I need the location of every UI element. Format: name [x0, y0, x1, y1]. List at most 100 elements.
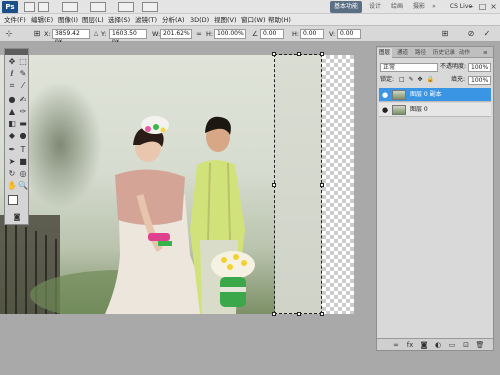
handle-bottom-right[interactable]: [320, 312, 324, 316]
hskew-input[interactable]: 0.00: [300, 29, 324, 39]
blur-tool-icon[interactable]: ◆: [7, 131, 17, 141]
toolbox-header[interactable]: [5, 49, 28, 55]
minimize-icon[interactable]: –: [466, 1, 477, 12]
h-input[interactable]: 100.00%: [214, 29, 246, 39]
lasso-tool-icon[interactable]: ℓ: [7, 69, 17, 79]
menu-3d[interactable]: 3D(D): [190, 15, 209, 25]
shape-tool-icon[interactable]: ■: [18, 157, 28, 167]
tab-channels[interactable]: 通道: [395, 48, 410, 58]
close-icon[interactable]: ×: [488, 1, 499, 12]
options-bar: ⊹ ⊞ X: 3859.42 px △ Y: 1603.50 px W: 201…: [0, 26, 500, 45]
angle-input[interactable]: 0.00: [260, 29, 284, 39]
layer-row-copy[interactable]: ● 图层 0 副本: [379, 88, 491, 102]
menu-window[interactable]: 窗口(W): [241, 15, 266, 25]
tab-actions[interactable]: 动作: [457, 48, 472, 58]
visibility-eye-icon[interactable]: ●: [381, 90, 389, 100]
workspace-essentials[interactable]: 基本功能: [330, 1, 362, 13]
workspace-photography[interactable]: 摄影: [410, 1, 428, 13]
mini-bridge-icon[interactable]: [38, 2, 49, 12]
type-tool-icon[interactable]: T: [18, 145, 28, 155]
menu-analysis[interactable]: 分析(A): [162, 15, 185, 25]
commit-transform-icon[interactable]: ✓: [482, 29, 492, 39]
marquee-tool-icon[interactable]: ⬚: [18, 57, 28, 67]
group-icon[interactable]: ▭: [447, 340, 457, 350]
y-input[interactable]: 1603.50 px: [109, 29, 147, 45]
workspace-painting[interactable]: 绘画: [388, 1, 406, 13]
view-extras-icon[interactable]: [62, 2, 78, 12]
zoom-tool-icon[interactable]: 🔍: [18, 181, 28, 191]
move-tool-icon[interactable]: ✥: [7, 57, 17, 67]
warp-mode-icon[interactable]: ⊞: [440, 29, 450, 39]
cancel-transform-icon[interactable]: ⊘: [466, 29, 476, 39]
opacity-label: 不透明度:: [440, 63, 467, 70]
workspace-design[interactable]: 设计: [366, 1, 384, 13]
clone-stamp-icon[interactable]: ▲: [7, 107, 17, 117]
link-layers-icon[interactable]: ∞: [391, 340, 401, 350]
bridge-icon[interactable]: [24, 2, 35, 12]
history-brush-icon[interactable]: ✑: [18, 107, 28, 117]
menu-select[interactable]: 选择(S): [108, 15, 130, 25]
brush-tool-icon[interactable]: ✍: [18, 95, 28, 105]
tab-layers[interactable]: 图层: [377, 48, 393, 58]
3d-rotate-tool-icon[interactable]: ↻: [7, 169, 17, 179]
lock-icons[interactable]: □ ✎ ✥ 🔒: [399, 75, 435, 85]
reference-point-icon[interactable]: ⊞: [32, 29, 42, 39]
menu-edit[interactable]: 编辑(E): [31, 15, 53, 25]
pen-tool-icon[interactable]: ✒: [7, 145, 17, 155]
gradient-tool-icon[interactable]: ▬: [18, 119, 28, 129]
menu-image[interactable]: 图像(I): [58, 15, 78, 25]
healing-brush-icon[interactable]: ●: [7, 95, 17, 105]
screen-mode-icon[interactable]: [142, 2, 158, 12]
crop-tool-icon[interactable]: ⌗: [7, 81, 17, 91]
opacity-input[interactable]: 100%: [468, 63, 491, 72]
panel-menu-icon[interactable]: ≡: [481, 48, 490, 58]
handle-top-left[interactable]: [272, 52, 276, 56]
w-input[interactable]: 201.62%: [160, 29, 192, 39]
menu-view[interactable]: 视图(V): [214, 15, 237, 25]
handle-bottom-center[interactable]: [297, 312, 301, 316]
handle-top-center[interactable]: [297, 52, 301, 56]
quick-select-tool-icon[interactable]: ✎: [18, 69, 28, 79]
panel-tabs: 图层 通道 路径 历史记录 动作 ≡: [377, 47, 493, 58]
3d-orbit-tool-icon[interactable]: ◎: [18, 169, 28, 179]
relative-position-icon[interactable]: △: [91, 29, 101, 39]
path-select-tool-icon[interactable]: ➤: [7, 157, 17, 167]
arrange-documents-icon[interactable]: [118, 2, 134, 12]
delete-layer-icon[interactable]: 🗑: [475, 340, 485, 350]
layer-style-icon[interactable]: fx: [405, 340, 415, 350]
handle-top-right[interactable]: [320, 52, 324, 56]
menu-help[interactable]: 帮助(H): [268, 15, 291, 25]
vskew-input[interactable]: 0.00: [337, 29, 361, 39]
new-layer-icon[interactable]: ⊡: [461, 340, 471, 350]
panel-footer: ∞ fx ◙ ◐ ▭ ⊡ 🗑: [377, 338, 493, 350]
menu-filter[interactable]: 滤镜(T): [135, 15, 157, 25]
menu-file[interactable]: 文件(F): [4, 15, 26, 25]
foreground-color-swatch[interactable]: [8, 195, 18, 205]
zoom-level-icon[interactable]: [90, 2, 106, 12]
menu-layer[interactable]: 图层(L): [82, 15, 104, 25]
lock-label: 锁定:: [380, 76, 395, 83]
tab-history[interactable]: 历史记录: [431, 48, 457, 58]
transform-selection[interactable]: [272, 52, 324, 316]
workspace-more-icon[interactable]: »: [430, 1, 438, 13]
layer-mask-icon[interactable]: ◙: [419, 340, 429, 350]
fill-input[interactable]: 100%: [468, 76, 491, 85]
handle-bottom-left[interactable]: [272, 312, 276, 316]
dodge-tool-icon[interactable]: ●: [18, 131, 28, 141]
adjustment-layer-icon[interactable]: ◐: [433, 340, 443, 350]
visibility-eye-icon[interactable]: ●: [381, 105, 389, 115]
layer-row-base[interactable]: ● 图层 0: [379, 103, 491, 117]
x-input[interactable]: 3859.42 px: [52, 29, 90, 45]
eraser-tool-icon[interactable]: ◧: [7, 119, 17, 129]
quick-mask-icon[interactable]: ◙: [12, 212, 22, 222]
blend-mode-select[interactable]: 正常: [380, 63, 438, 72]
eyedropper-tool-icon[interactable]: ⁄: [18, 81, 28, 91]
handle-middle-right[interactable]: [320, 183, 324, 187]
transparent-area: [322, 55, 354, 314]
link-icon[interactable]: ∞: [194, 29, 204, 39]
tool-preset-icon[interactable]: ⊹: [4, 29, 14, 39]
maximize-icon[interactable]: □: [477, 1, 488, 12]
tab-paths[interactable]: 路径: [413, 48, 428, 58]
handle-middle-left[interactable]: [272, 183, 276, 187]
hand-tool-icon[interactable]: ✋: [7, 181, 17, 191]
